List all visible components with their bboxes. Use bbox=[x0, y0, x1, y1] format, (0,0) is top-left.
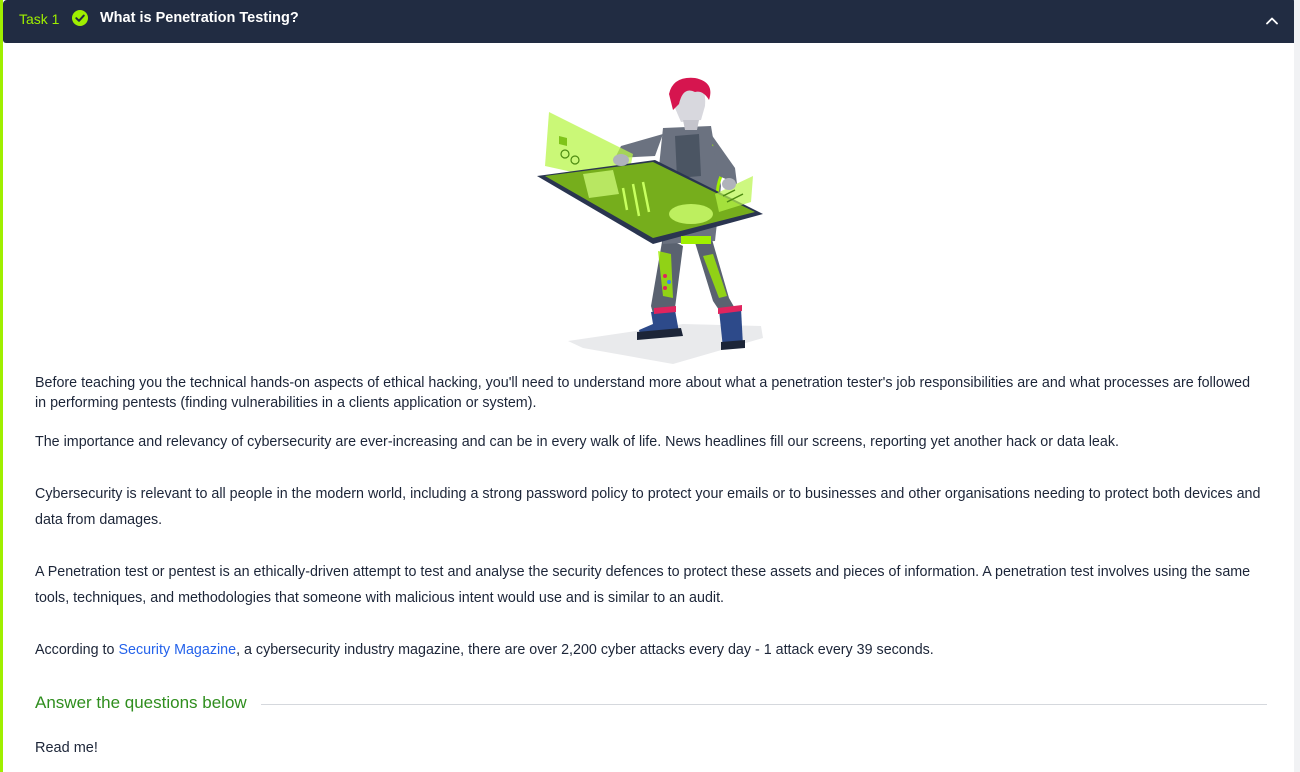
check-circle-icon bbox=[72, 10, 88, 26]
question-text: Read me! bbox=[35, 740, 98, 756]
statistics-paragraph: According to Security Magazine, a cybers… bbox=[35, 637, 1265, 663]
task-card: Task 1 What is Penetration Testing? Befo… bbox=[0, 0, 1297, 772]
task-header[interactable]: Task 1 What is Penetration Testing? bbox=[3, 0, 1297, 43]
heading-divider bbox=[261, 704, 1267, 705]
cybersecurity-paragraph: Cybersecurity is relevant to all people … bbox=[35, 486, 1261, 528]
relevance-paragraph: The importance and relevancy of cybersec… bbox=[35, 434, 1119, 450]
task-title: What is Penetration Testing? bbox=[100, 10, 299, 26]
penetration-tester-illustration bbox=[537, 77, 763, 364]
answer-questions-heading: Answer the questions below bbox=[35, 693, 247, 712]
page-scroll-edge bbox=[1294, 0, 1300, 772]
statistics-prefix: According to bbox=[35, 642, 119, 658]
chevron-up-icon[interactable] bbox=[1261, 10, 1283, 32]
statistics-suffix: , a cybersecurity industry magazine, the… bbox=[236, 642, 934, 658]
security-magazine-link[interactable]: Security Magazine bbox=[118, 642, 236, 658]
intro-paragraph: Before teaching you the technical hands-… bbox=[35, 375, 1251, 411]
pentest-definition-paragraph: A Penetration test or pentest is an ethi… bbox=[35, 564, 1251, 606]
task-number: Task 1 bbox=[19, 11, 60, 27]
